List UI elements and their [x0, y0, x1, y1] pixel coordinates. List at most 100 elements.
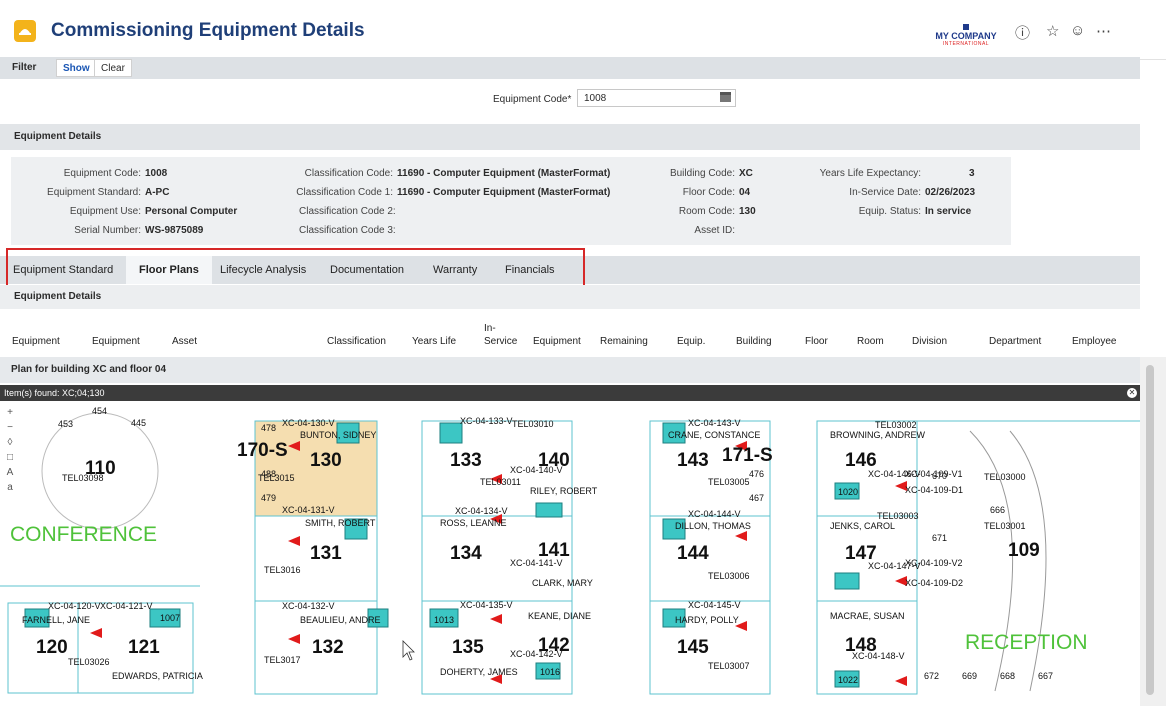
- person-label: DILLON, THOMAS: [675, 521, 751, 531]
- col-years-life[interactable]: Years Life: [412, 336, 456, 347]
- room-171-s: 171-S: [722, 445, 773, 466]
- detail-room-code: Room Code: 130: [678, 206, 756, 217]
- help-icon[interactable]: ⓘ: [1015, 22, 1030, 43]
- col-service[interactable]: Service: [484, 336, 517, 347]
- equipment-details-panel: Equipment Code: 1008 Equipment Standard: A…: [11, 157, 1011, 245]
- detail-classification-code-2: Classification Code 2:: [299, 206, 396, 217]
- vertical-scrollbar[interactable]: [1140, 357, 1166, 706]
- person-label: HARDY, POLLY: [675, 615, 739, 625]
- detail-equipment-standard: Equipment Standard: A-PC: [47, 187, 170, 198]
- detail-years-life: Years Life Expectancy: 3: [819, 168, 975, 179]
- col-employee[interactable]: Employee: [1072, 336, 1116, 347]
- detail-classification-code: Classification Code: 11690 - Computer Equ…: [304, 168, 611, 179]
- person-label: RILEY, ROBERT: [530, 486, 598, 496]
- detail-floor-code: Floor Code: 04: [682, 187, 751, 198]
- label-tool-icon[interactable]: a: [4, 480, 16, 495]
- col-classification[interactable]: Classification: [327, 336, 386, 347]
- equip-label: XC-04-134-V: [455, 506, 508, 516]
- tel-label: TEL03005: [708, 477, 750, 487]
- tel-label: TEL03026: [68, 657, 110, 667]
- person-label: JENKS, CAROL: [830, 521, 895, 531]
- tel-label: TEL03007: [708, 661, 750, 671]
- detail-equipment-code: Equipment Code: 1008: [63, 168, 168, 179]
- equipment-code-input[interactable]: 1008: [577, 89, 736, 107]
- col-department[interactable]: Department: [989, 336, 1041, 347]
- equip-label: XC-04-131-V: [282, 505, 335, 515]
- person-label: BEAULIEU, ANDRE: [300, 615, 381, 625]
- equipment-details-subheader: Equipment Details: [0, 285, 1140, 309]
- scrollbar-thumb[interactable]: [1146, 365, 1154, 695]
- equip-label: XC-04-145-V: [688, 600, 741, 610]
- detail-building-code: Building Code: XC: [669, 168, 753, 179]
- person-label: FARNELL, JANE: [22, 615, 90, 625]
- text-tool-icon[interactable]: A: [4, 465, 16, 480]
- col-floor[interactable]: Floor: [805, 336, 828, 347]
- seat-number: 467: [749, 493, 764, 503]
- room-144: 144: [677, 543, 709, 564]
- room-109: 109: [1008, 540, 1040, 561]
- user-icon[interactable]: ☺: [1070, 22, 1085, 39]
- equip-label: XC-04-130-V: [282, 418, 335, 428]
- col-building[interactable]: Building: [736, 336, 772, 347]
- app-logo-icon: [14, 20, 36, 42]
- col-in[interactable]: In-: [484, 323, 496, 334]
- floor-plan[interactable]: 130 131 132 110 120 121 133 134 135 140 …: [0, 401, 1140, 706]
- page-title: Commissioning Equipment Details: [51, 20, 365, 41]
- area-reception: RECEPTION: [965, 631, 1088, 654]
- person-label: KEANE, DIANE: [528, 611, 591, 621]
- favorite-icon[interactable]: ☆: [1046, 22, 1059, 40]
- detail-serial-number: Serial Number: WS-9875089: [74, 225, 204, 236]
- room-120: 120: [36, 637, 68, 658]
- col-division[interactable]: Division: [912, 336, 947, 347]
- asset-label: 1013: [434, 615, 454, 625]
- tel-label: TEL03003: [877, 511, 919, 521]
- col-room[interactable]: Room: [857, 336, 884, 347]
- seat-number: 476: [749, 469, 764, 479]
- equip-label: XC-04-148-V: [852, 651, 905, 661]
- show-button[interactable]: Show: [56, 59, 97, 77]
- equip-label: XC-04-132-V: [282, 601, 335, 611]
- equipment-code-label: Equipment Code*: [493, 94, 572, 105]
- col-equipment-3[interactable]: Equipment: [533, 336, 581, 347]
- pan-icon[interactable]: ◊: [4, 435, 16, 450]
- clear-button[interactable]: Clear: [94, 59, 132, 77]
- zoom-in-icon[interactable]: +: [4, 405, 16, 420]
- asset-label: 1022: [838, 675, 858, 685]
- col-equip[interactable]: Equip.: [677, 336, 705, 347]
- room-132: 132: [312, 637, 344, 658]
- seat-number: 488: [261, 469, 276, 479]
- col-remaining[interactable]: Remaining: [600, 336, 648, 347]
- calendar-icon[interactable]: [720, 92, 731, 102]
- col-equipment-2[interactable]: Equipment: [92, 336, 140, 347]
- detail-equip-status: Equip. Status: In service: [858, 206, 972, 217]
- equip-label: XC-04-140-V: [510, 465, 563, 475]
- seat-number: 670: [932, 471, 947, 481]
- equip-label: XC-04-133-V: [460, 416, 513, 426]
- col-asset[interactable]: Asset: [172, 336, 197, 347]
- tel-label: TEL03010: [512, 419, 554, 429]
- seat-number: 445: [131, 418, 146, 428]
- room-145: 145: [677, 637, 709, 658]
- equip-label: XC-04-109-D1: [905, 485, 963, 495]
- room-135: 135: [452, 637, 484, 658]
- col-equipment-1[interactable]: Equipment: [12, 336, 60, 347]
- select-icon[interactable]: □: [4, 450, 16, 465]
- more-icon[interactable]: ⋯: [1096, 22, 1111, 40]
- equip-label: XC-04-143-V: [688, 418, 741, 428]
- person-label: CRANE, CONSTANCE: [668, 430, 760, 440]
- close-icon[interactable]: ✕: [1127, 388, 1137, 398]
- asset-label: 1020: [838, 487, 858, 497]
- seat-number: 479: [261, 493, 276, 503]
- floor-plan-drawing[interactable]: 130 131 132 110 120 121 133 134 135 140 …: [0, 401, 1140, 706]
- equip-label: XC-04-120-V: [48, 601, 101, 611]
- person-label: SMITH, ROBERT: [305, 518, 376, 528]
- person-label: MACRAE, SUSAN: [830, 611, 905, 621]
- detail-equipment-use: Equipment Use: Personal Computer: [69, 206, 238, 217]
- tel-label: TEL03000: [984, 472, 1026, 482]
- zoom-out-icon[interactable]: −: [4, 420, 16, 435]
- room-143: 143: [677, 450, 709, 471]
- company-logo: MY COMPANY INTERNATIONAL: [932, 24, 1000, 47]
- area-conference: CONFERENCE: [10, 523, 157, 546]
- equip-label: XC-04-144-V: [688, 509, 741, 519]
- plan-header: Plan for building XC and floor 04: [0, 357, 1140, 383]
